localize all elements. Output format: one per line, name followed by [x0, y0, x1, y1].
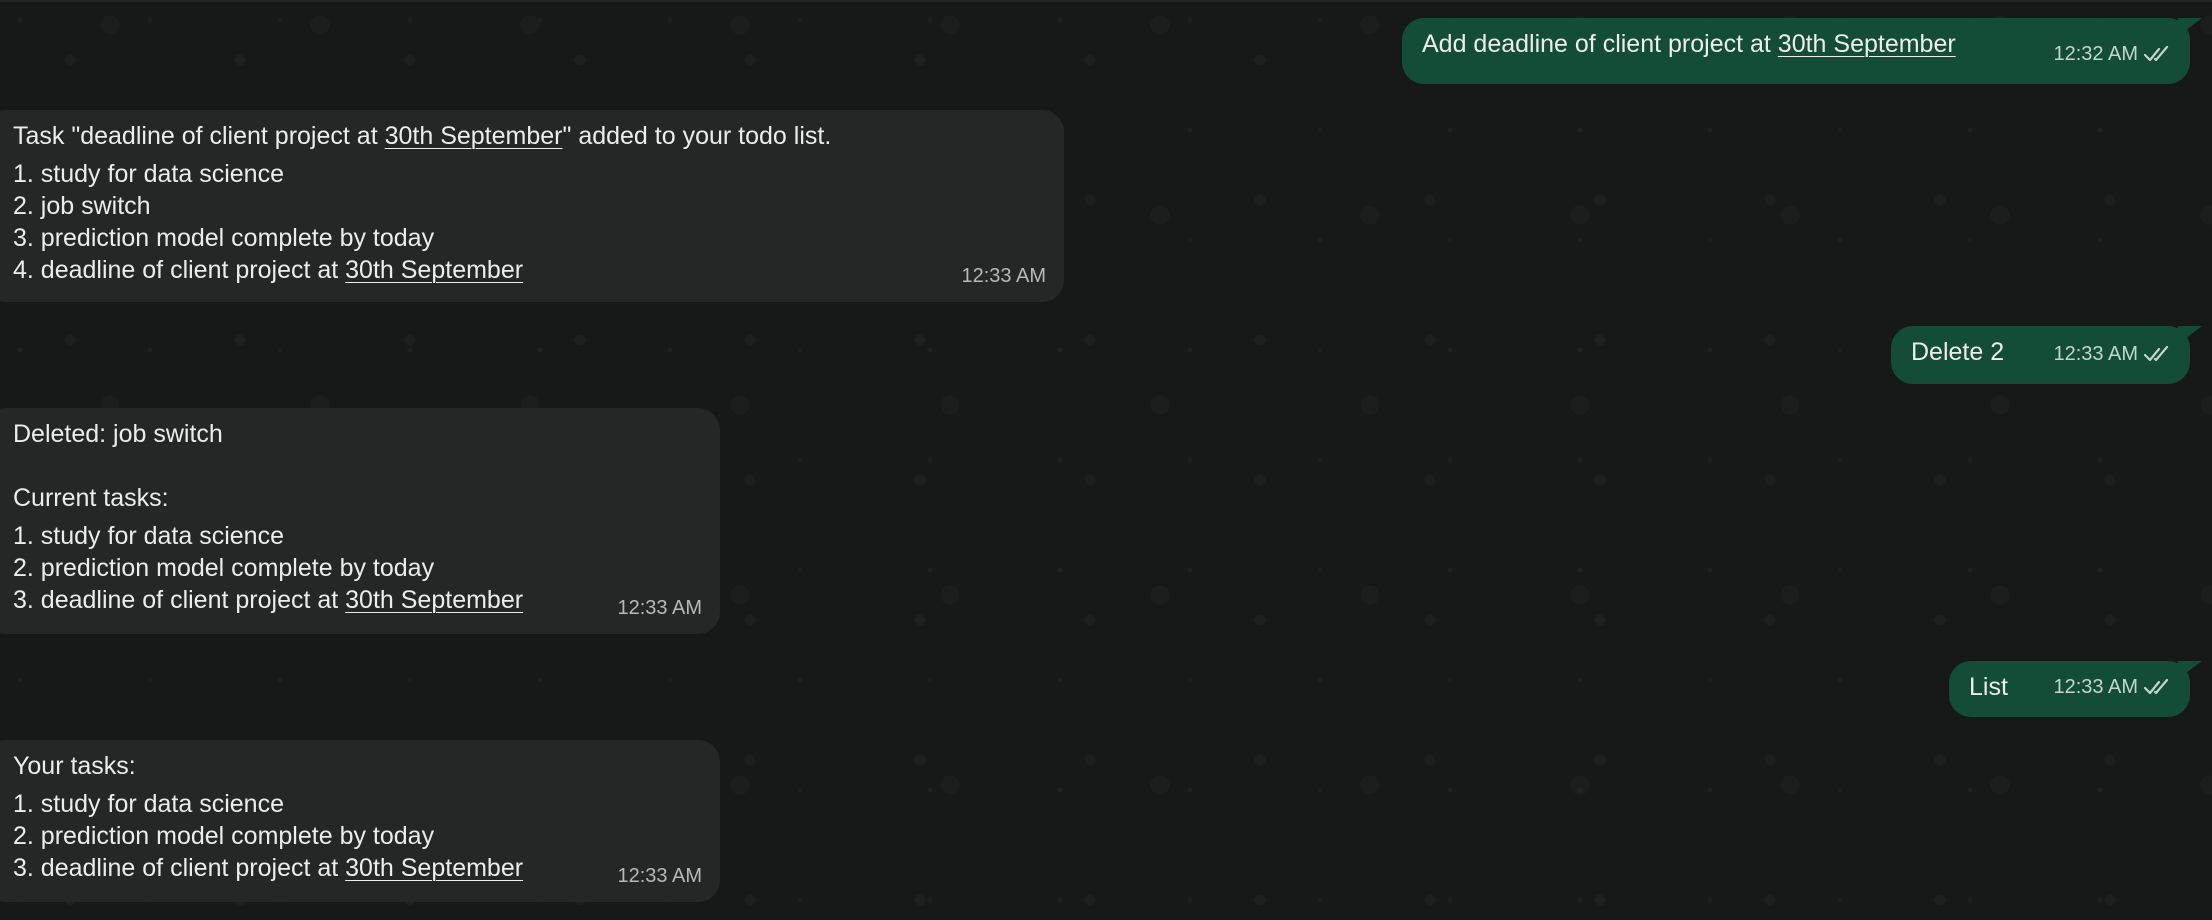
task-item: 2. job switch	[13, 192, 151, 220]
message-meta: 12:33 AM	[2053, 338, 2172, 370]
message-time: 12:32 AM	[2053, 43, 2138, 65]
message-meta: 12:33 AM	[617, 860, 702, 892]
message-meta: 12:32 AM	[2053, 38, 2172, 70]
double-check-icon	[2144, 345, 2169, 362]
task-item: 2. prediction model complete by today	[13, 554, 435, 582]
task-item: 1. study for data science	[13, 160, 284, 188]
incoming-message[interactable]: Deleted: job switch Current tasks: 1. st…	[0, 408, 720, 634]
message-meta: 12:33 AM	[961, 260, 1046, 292]
message-time: 12:33 AM	[2053, 676, 2138, 698]
outgoing-message[interactable]: Add deadline of client project at 30th S…	[1402, 18, 2190, 84]
date-link[interactable]: 30th September	[345, 256, 523, 284]
header-divider	[0, 0, 2212, 2]
date-link[interactable]: 30th September	[345, 854, 523, 882]
incoming-message[interactable]: Task "deadline of client project at 30th…	[0, 110, 1064, 302]
date-link[interactable]: 30th September	[385, 122, 563, 150]
task-item: 2. prediction model complete by today	[13, 822, 435, 850]
message-meta: 12:33 AM	[2053, 671, 2172, 703]
outgoing-message[interactable]: Delete 2 12:33 AM	[1891, 326, 2190, 384]
incoming-message[interactable]: Your tasks: 1. study for data science 2.…	[0, 740, 720, 902]
message-header: Deleted: job switch	[13, 420, 223, 448]
double-check-icon	[2144, 45, 2169, 62]
task-item: 3. prediction model complete by today	[13, 224, 435, 252]
message-header: Your tasks:	[13, 752, 136, 780]
task-item: 1. study for data science	[13, 790, 284, 818]
date-link[interactable]: 30th September	[1778, 30, 1956, 58]
chat-conversation-pane[interactable]: Add deadline of client project at 30th S…	[0, 0, 2212, 920]
message-time: 12:33 AM	[961, 265, 1046, 287]
outgoing-message[interactable]: List 12:33 AM	[1949, 661, 2190, 717]
date-link[interactable]: 30th September	[345, 586, 523, 614]
message-subheader: Current tasks:	[13, 484, 169, 512]
message-time: 12:33 AM	[617, 597, 702, 619]
task-item: 3. deadline of client project at 30th Se…	[13, 586, 524, 614]
task-item: 4. deadline of client project at 30th Se…	[13, 256, 524, 284]
task-item: 1. study for data science	[13, 522, 284, 550]
message-header: Task "deadline of client project at 30th…	[13, 122, 832, 150]
message-time: 12:33 AM	[617, 865, 702, 887]
task-item: 3. deadline of client project at 30th Se…	[13, 854, 524, 882]
message-meta: 12:33 AM	[617, 592, 702, 624]
double-check-icon	[2144, 678, 2169, 695]
message-time: 12:33 AM	[2053, 343, 2138, 365]
